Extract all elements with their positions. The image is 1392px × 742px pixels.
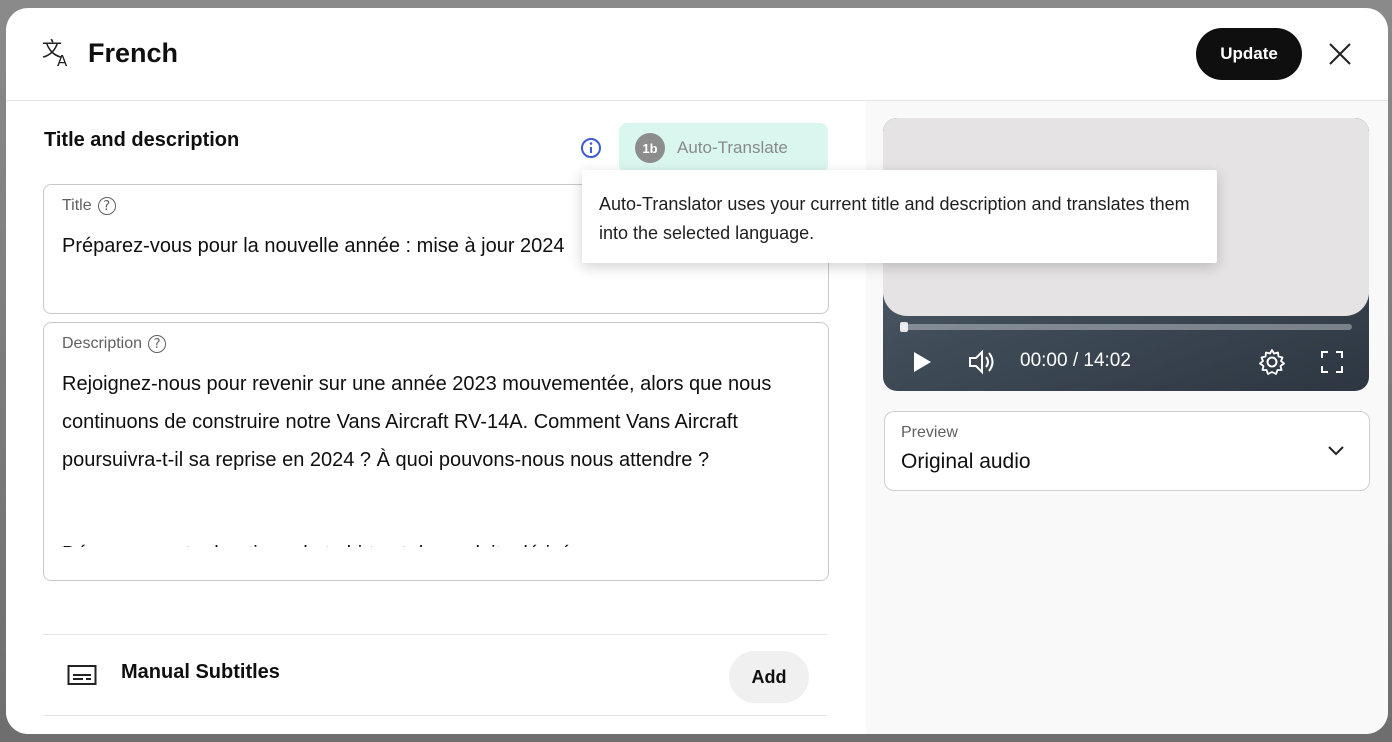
section-title: Title and description — [44, 129, 240, 151]
manual-subtitles-row: Manual Subtitles Add — [43, 635, 827, 715]
play-icon — [914, 352, 931, 372]
dialog-title: French — [88, 38, 179, 68]
description-field-label: Description ? — [62, 335, 167, 353]
settings-gear-icon — [1259, 349, 1285, 375]
settings-button[interactable] — [1255, 346, 1289, 378]
title-field-label: Title ? — [62, 197, 116, 215]
chevron-down-icon — [1325, 440, 1347, 462]
preview-audio-select[interactable]: Preview Original audio — [884, 411, 1370, 491]
volume-button[interactable] — [965, 346, 999, 378]
divider — [43, 715, 827, 716]
svg-text:A: A — [57, 52, 68, 70]
manual-subtitles-label: Manual Subtitles — [121, 661, 280, 683]
video-progress-handle[interactable] — [900, 322, 908, 332]
add-subtitles-button[interactable]: Add — [729, 651, 809, 703]
info-icon[interactable] — [580, 137, 602, 159]
preview-value: Original audio — [901, 450, 1031, 473]
volume-icon — [969, 349, 994, 375]
play-button[interactable] — [907, 346, 937, 378]
description-field[interactable]: Description ? Rejoignez-nous pour reveni… — [43, 322, 829, 581]
auto-translate-tooltip: Auto-Translator uses your current title … — [582, 170, 1217, 263]
subtitles-icon — [67, 663, 97, 687]
auto-translate-label: Auto-Translate — [677, 138, 788, 157]
translate-icon: 文 A — [40, 36, 76, 72]
video-progress-bar[interactable] — [900, 324, 1352, 330]
description-cut-line: Découvrez notre boutique de t-shirts et … — [62, 535, 592, 547]
video-time: 00:00 / 14:02 — [1020, 350, 1131, 371]
description-input[interactable]: Rejoignez-nous pour revenir sur une anné… — [62, 365, 802, 479]
dialog-header: 文 A French Update — [6, 8, 1388, 101]
auto-translate-logo: 1b — [635, 133, 665, 163]
tooltip-text: Auto-Translator uses your current title … — [599, 194, 1190, 243]
close-icon — [1329, 43, 1351, 65]
fullscreen-button[interactable] — [1317, 346, 1347, 378]
help-icon[interactable]: ? — [148, 335, 167, 353]
fullscreen-icon — [1321, 351, 1343, 373]
preview-label: Preview — [901, 424, 958, 441]
update-button[interactable]: Update — [1196, 28, 1302, 80]
help-icon[interactable]: ? — [97, 197, 116, 215]
auto-translate-button[interactable]: 1b Auto-Translate — [619, 123, 828, 173]
close-button[interactable] — [1320, 34, 1360, 74]
language-dialog: 文 A French Update Title and description … — [6, 8, 1388, 734]
